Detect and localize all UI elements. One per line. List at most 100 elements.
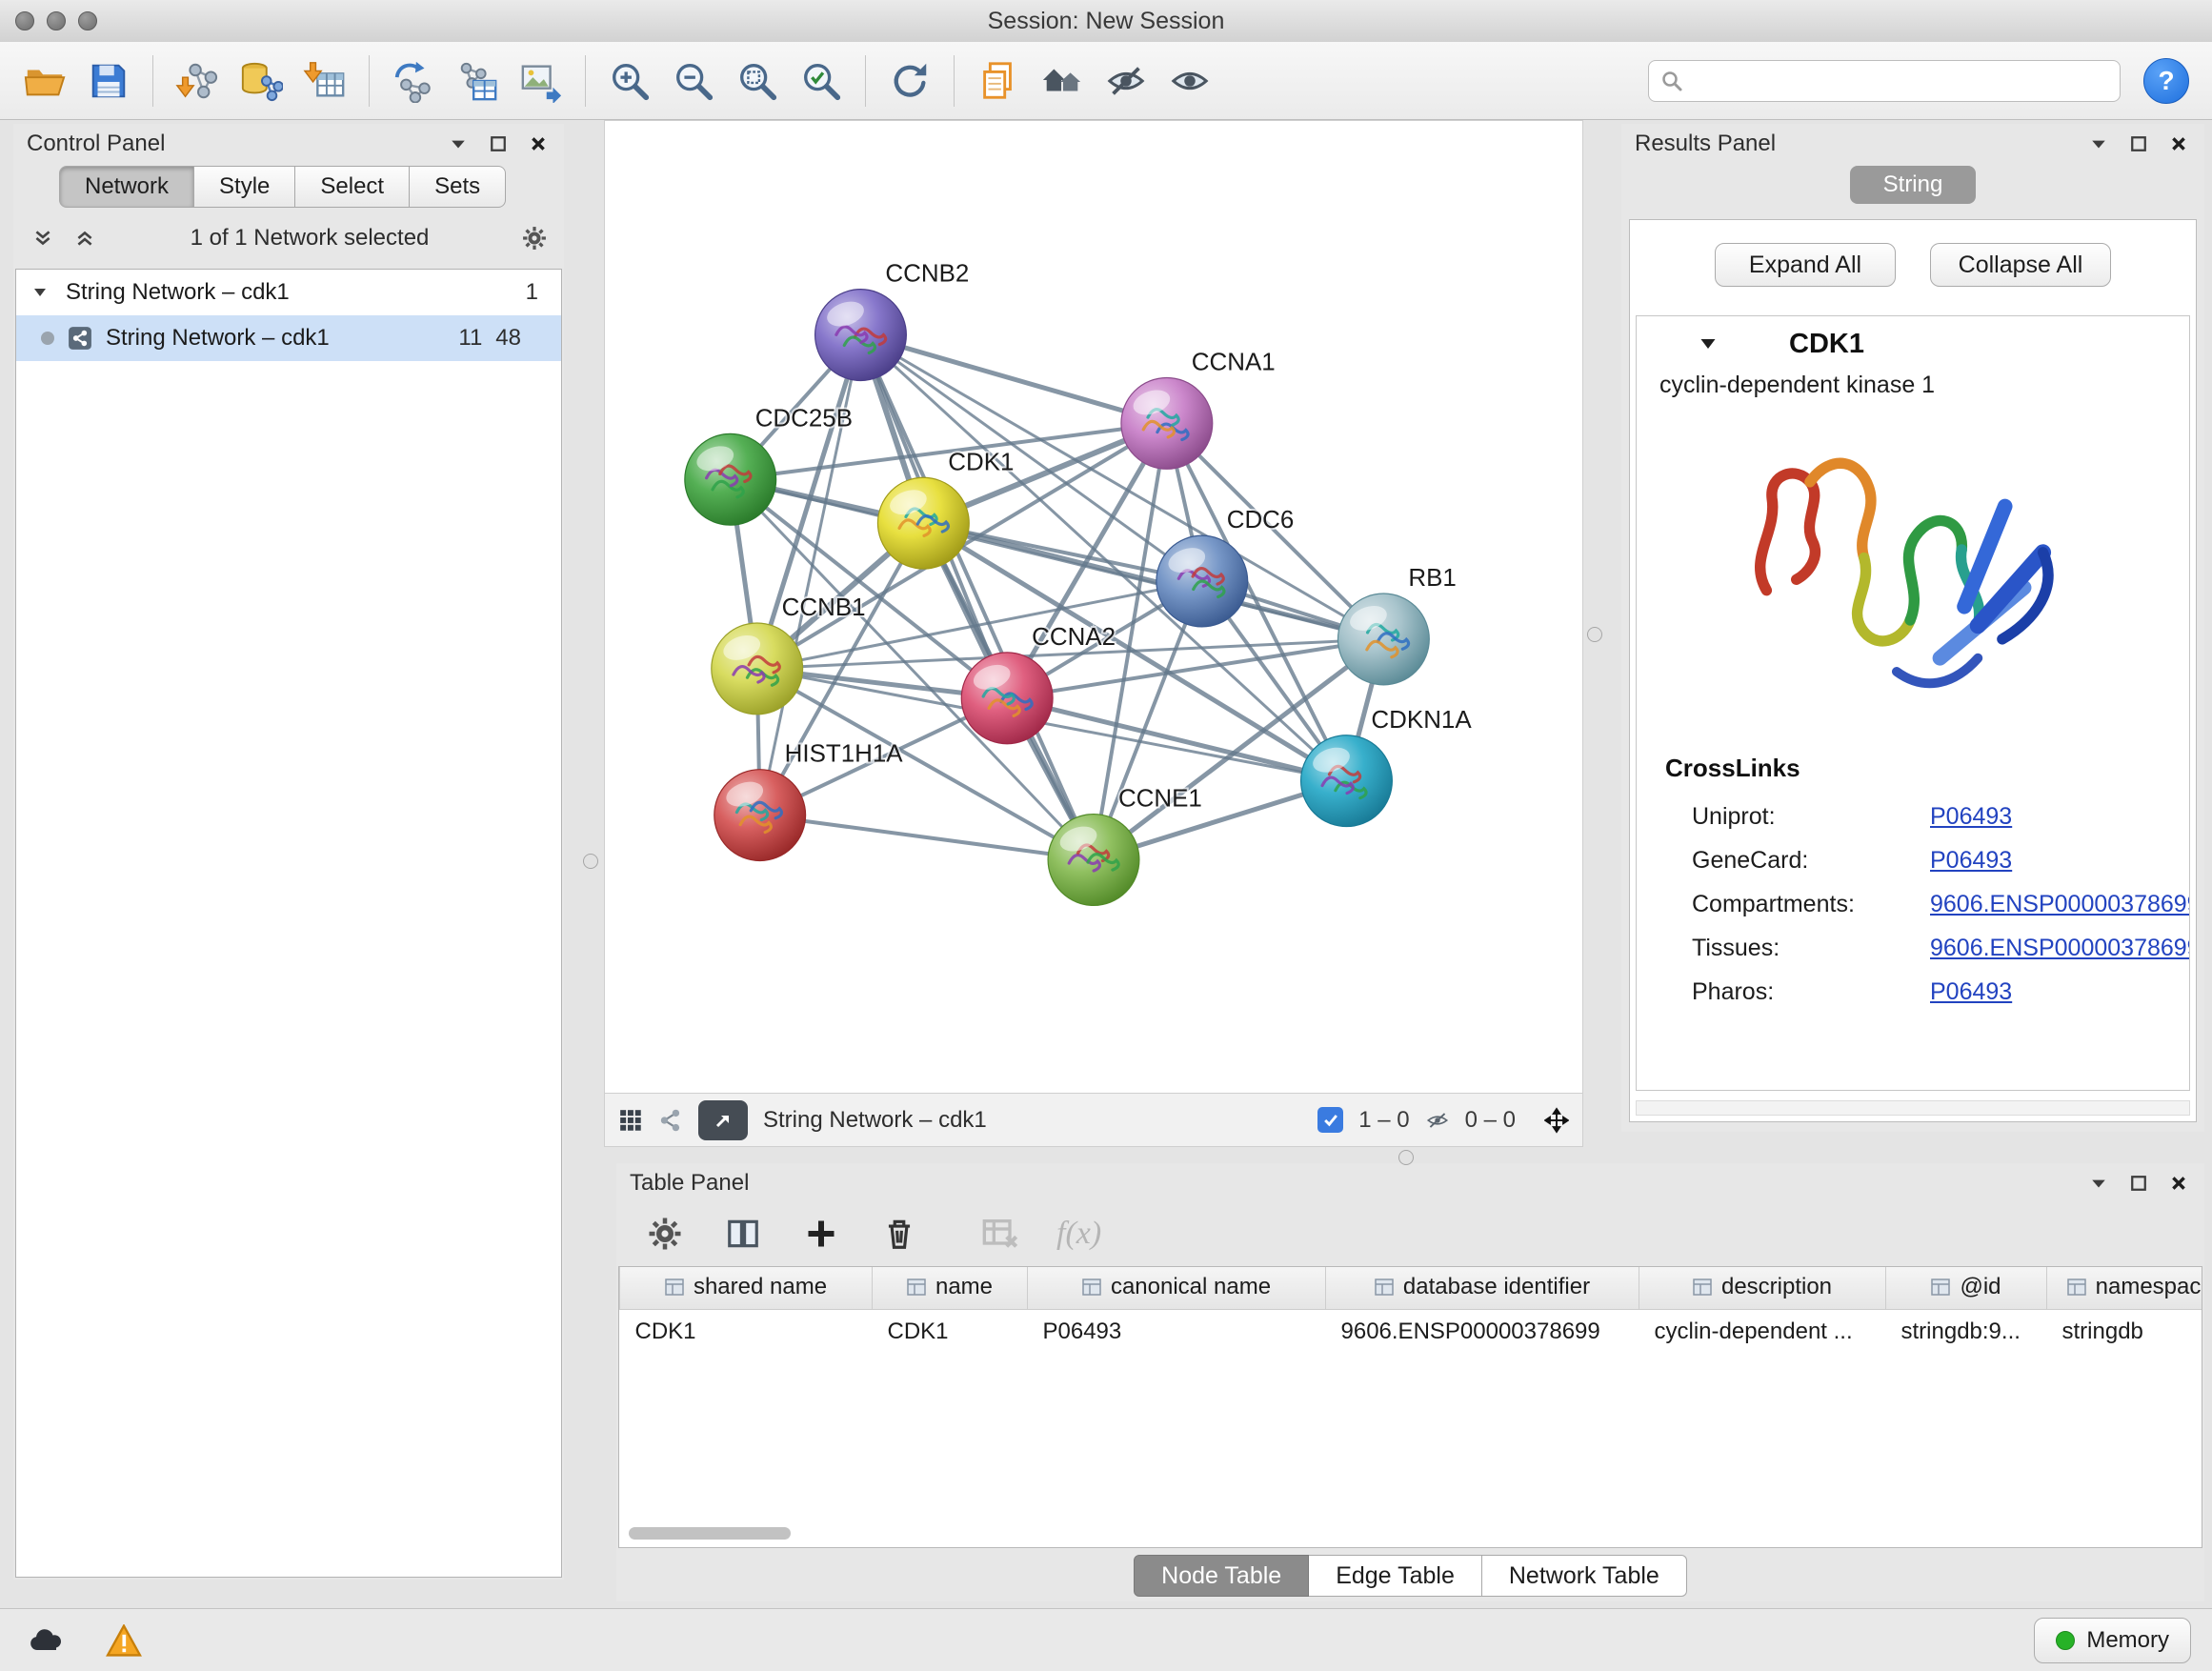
table-settings-gear-icon[interactable]: [643, 1212, 687, 1256]
tab-network-table[interactable]: Network Table: [1482, 1555, 1687, 1597]
table-horizontal-scrollbar[interactable]: [629, 1527, 791, 1540]
network-edge[interactable]: [860, 335, 1166, 424]
column-header-description[interactable]: description: [1639, 1267, 1886, 1310]
panel-menu-icon[interactable]: [446, 131, 471, 156]
network-node-CCNA1[interactable]: CCNA1: [1121, 349, 1276, 469]
network-row[interactable]: String Network – cdk1 11 48: [16, 315, 561, 361]
refresh-layout-icon[interactable]: [880, 51, 939, 111]
panel-close-icon[interactable]: [2166, 131, 2191, 156]
birds-eye-view-icon[interactable]: [618, 1108, 643, 1133]
zoom-selected-icon[interactable]: [792, 51, 851, 111]
zoom-out-icon[interactable]: [664, 51, 723, 111]
tab-edge-table[interactable]: Edge Table: [1309, 1555, 1482, 1597]
section-expander-icon[interactable]: [1696, 332, 1720, 356]
zoom-in-icon[interactable]: [600, 51, 659, 111]
tab-network[interactable]: Network: [59, 166, 194, 208]
first-neighbors-icon[interactable]: [1033, 51, 1092, 111]
splitter-handle[interactable]: [583, 854, 598, 869]
close-window-button[interactable]: [15, 11, 34, 30]
network-canvas[interactable]: CCNB2CCNA1CDC25BCDK1CDC6RB1CCNB1CCNA2CDK…: [604, 120, 1583, 1094]
network-edge[interactable]: [760, 815, 1094, 860]
network-share-icon[interactable]: [658, 1108, 683, 1133]
network-node-CCNB2[interactable]: CCNB2: [815, 261, 970, 381]
tab-style[interactable]: Style: [194, 166, 295, 208]
network-node-HIST1H1A[interactable]: HIST1H1A: [714, 741, 904, 861]
table-cell[interactable]: 9606.ENSP00000378699: [1326, 1310, 1639, 1355]
selected-checkbox-icon[interactable]: [1317, 1107, 1343, 1133]
panel-menu-icon[interactable]: [2086, 131, 2111, 156]
import-table-icon[interactable]: [295, 51, 354, 111]
open-session-icon[interactable]: [15, 51, 74, 111]
tab-node-table[interactable]: Node Table: [1134, 1555, 1309, 1597]
maximize-window-button[interactable]: [78, 11, 97, 30]
results-horizontal-scrollbar[interactable]: [1636, 1100, 2190, 1116]
splitter-handle[interactable]: [1587, 627, 1602, 642]
network-node-CCNB1[interactable]: CCNB1: [712, 594, 866, 715]
panel-close-icon[interactable]: [2166, 1171, 2191, 1196]
column-header-database-identifier[interactable]: database identifier: [1326, 1267, 1639, 1310]
show-columns-icon[interactable]: [721, 1212, 765, 1256]
panel-menu-icon[interactable]: [2086, 1171, 2111, 1196]
collapse-all-button[interactable]: Collapse All: [1930, 243, 2111, 287]
network-node-CCNE1[interactable]: CCNE1: [1048, 786, 1202, 906]
table-cell[interactable]: P06493: [1028, 1310, 1326, 1355]
hidden-eye-icon[interactable]: [1425, 1108, 1450, 1133]
clone-network-icon[interactable]: [384, 51, 443, 111]
crosslink-value-link[interactable]: P06493: [1930, 803, 2189, 831]
search-box[interactable]: [1648, 60, 2121, 102]
tree-expander-icon[interactable]: [28, 280, 52, 305]
tab-sets[interactable]: Sets: [410, 166, 506, 208]
save-session-icon[interactable]: [79, 51, 138, 111]
expand-all-icon[interactable]: [72, 226, 97, 251]
table-cell[interactable]: stringdb: [2047, 1310, 2203, 1355]
add-column-icon[interactable]: [799, 1212, 843, 1256]
open-annotations-icon[interactable]: [969, 51, 1028, 111]
column-header-name[interactable]: name: [873, 1267, 1028, 1310]
hide-selected-icon[interactable]: [1096, 51, 1156, 111]
table-row[interactable]: CDK1CDK1P064939606.ENSP00000378699cyclin…: [620, 1310, 2203, 1355]
search-input[interactable]: [1693, 67, 2108, 95]
network-node-CDKN1A[interactable]: CDKN1A: [1301, 707, 1473, 827]
tab-select[interactable]: Select: [295, 166, 410, 208]
minimize-window-button[interactable]: [47, 11, 66, 30]
crosslink-value-link[interactable]: 9606.ENSP00000378699: [1930, 891, 2190, 918]
warning-icon[interactable]: [99, 1619, 149, 1662]
crosslink-value-link[interactable]: P06493: [1930, 847, 2189, 875]
gear-icon[interactable]: [522, 226, 547, 251]
cdk1-section-header[interactable]: CDK1: [1637, 316, 2189, 372]
help-icon[interactable]: ?: [2143, 58, 2189, 104]
splitter-handle[interactable]: [1398, 1150, 1414, 1165]
panel-float-icon[interactable]: [2126, 131, 2151, 156]
detach-view-button[interactable]: [698, 1100, 748, 1140]
tab-string[interactable]: String: [1850, 166, 1976, 204]
delete-column-trash-icon[interactable]: [877, 1212, 921, 1256]
table-cell[interactable]: cyclin-dependent ...: [1639, 1310, 1886, 1355]
panel-float-icon[interactable]: [2126, 1171, 2151, 1196]
show-all-icon[interactable]: [1160, 51, 1219, 111]
collapse-all-icon[interactable]: [30, 226, 55, 251]
table-cell[interactable]: CDK1: [620, 1310, 873, 1355]
network-node-CDK1[interactable]: CDK1: [877, 449, 1014, 569]
column-header-shared-name[interactable]: shared name: [620, 1267, 873, 1310]
network-node-CDC6[interactable]: CDC6: [1156, 507, 1294, 627]
crosslink-value-link[interactable]: 9606.ENSP00000378699: [1930, 935, 2190, 962]
network-from-table-icon[interactable]: [448, 51, 507, 111]
expand-all-button[interactable]: Expand All: [1715, 243, 1896, 287]
cloud-icon[interactable]: [21, 1619, 70, 1662]
panel-close-icon[interactable]: [526, 131, 551, 156]
panel-float-icon[interactable]: [486, 131, 511, 156]
column-header-canonical-name[interactable]: canonical name: [1028, 1267, 1326, 1310]
network-collection-row[interactable]: String Network – cdk1 1: [16, 270, 561, 315]
import-network-file-icon[interactable]: [168, 51, 227, 111]
network-node-RB1[interactable]: RB1: [1337, 565, 1456, 685]
memory-button[interactable]: Memory: [2034, 1618, 2191, 1663]
import-network-database-icon[interactable]: [231, 51, 291, 111]
crosslink-value-link[interactable]: P06493: [1930, 978, 2189, 1006]
table-cell[interactable]: CDK1: [873, 1310, 1028, 1355]
export-image-icon[interactable]: [512, 51, 571, 111]
zoom-fit-icon[interactable]: [728, 51, 787, 111]
network-edge[interactable]: [860, 335, 1094, 860]
table-cell[interactable]: stringdb:9...: [1886, 1310, 2047, 1355]
column-header--id[interactable]: @id: [1886, 1267, 2047, 1310]
column-header-namespac[interactable]: namespac: [2047, 1267, 2203, 1310]
